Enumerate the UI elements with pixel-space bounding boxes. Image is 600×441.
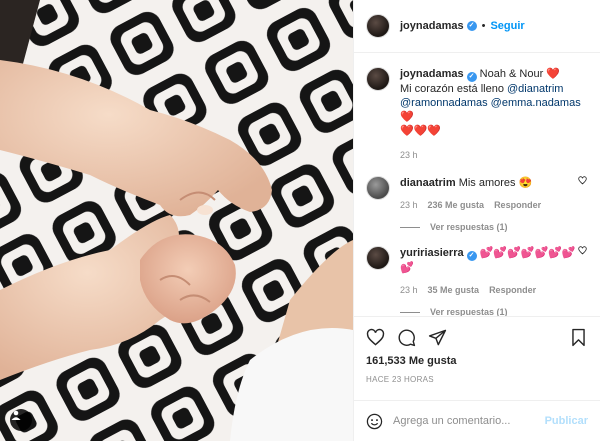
comment-text: Mis amores 😍 (458, 177, 533, 189)
paper-plane-icon[interactable] (428, 328, 447, 347)
comment-item: dianaatrim Mis amores 😍 23 h 236 Me gust… (366, 176, 588, 212)
follow-button[interactable]: Seguir (490, 20, 524, 32)
avatar[interactable] (366, 176, 390, 200)
comment-likes[interactable]: 35 Me gusta (428, 283, 480, 297)
avatar[interactable] (366, 246, 390, 270)
post-actions: 161,533 Me gusta HACE 23 HORAS (354, 316, 600, 400)
avatar[interactable] (366, 14, 390, 38)
post-side-panel: joynadamas ✓ • Seguir joynadamas ✓ Noah &… (353, 0, 600, 441)
heart-emoji: ❤️ (546, 68, 561, 80)
comment-username[interactable]: yuririasierra (400, 247, 464, 259)
avatar[interactable] (366, 67, 390, 91)
heart-emoji: ❤️ (400, 111, 414, 123)
baby-hands-photo (0, 0, 353, 441)
verified-badge-icon: ✓ (466, 72, 477, 82)
view-replies-button[interactable]: Ver respuestas (1) (400, 307, 588, 316)
add-comment-bar: Publicar (354, 400, 600, 441)
heart-icon[interactable] (366, 328, 385, 347)
smiley-icon[interactable] (366, 413, 383, 430)
comment-heart-icon[interactable] (578, 246, 587, 258)
comment-username[interactable]: dianaatrim (400, 177, 456, 189)
comments-list[interactable]: joynadamas ✓ Noah & Nour ❤️ Mi corazón es… (354, 53, 600, 316)
post-header: joynadamas ✓ • Seguir (354, 0, 600, 53)
comment-age[interactable]: 23 h (400, 198, 418, 212)
likes-count[interactable]: 161,533 Me gusta (366, 355, 588, 367)
bookmark-icon[interactable] (569, 328, 588, 347)
comment-icon[interactable] (397, 328, 416, 347)
mention-link[interactable]: @emma.nadamas (491, 97, 581, 109)
replies-divider (400, 311, 420, 313)
user-tag-icon[interactable] (10, 409, 32, 431)
view-replies-label: Ver respuestas (1) (430, 222, 508, 232)
verified-badge-icon: ✓ (466, 251, 477, 261)
author-username[interactable]: joynadamas (400, 20, 464, 32)
caption-title: Noah & Nour (479, 68, 544, 80)
view-replies-label: Ver respuestas (1) (430, 307, 508, 316)
view-replies-button[interactable]: Ver respuestas (1) (400, 222, 588, 232)
reply-button[interactable]: Responder (494, 198, 541, 212)
comment-heart-icon[interactable] (578, 176, 587, 188)
caption-age: 23 h (400, 150, 418, 160)
caption-username[interactable]: joynadamas (400, 68, 464, 80)
comment-likes[interactable]: 236 Me gusta (428, 198, 485, 212)
post-photo[interactable] (0, 0, 353, 441)
verified-badge-icon: ✓ (466, 21, 477, 31)
comment-age[interactable]: 23 h (400, 283, 418, 297)
publish-button[interactable]: Publicar (545, 415, 588, 427)
hearts-row: ❤️❤️❤️ (400, 125, 442, 137)
replies-divider (400, 226, 420, 228)
reply-button[interactable]: Responder (489, 283, 536, 297)
mention-link[interactable]: @dianatrim (507, 83, 563, 95)
comment-item: yuririasierra ✓ 💕💕💕💕💕💕💕💕 23 h 35 Me gusta… (366, 246, 588, 297)
post-timestamp: HACE 23 HORAS (366, 375, 434, 384)
caption: joynadamas ✓ Noah & Nour ❤️ Mi corazón es… (366, 67, 588, 162)
instagram-post: joynadamas ✓ • Seguir joynadamas ✓ Noah &… (0, 0, 600, 441)
comment-input[interactable] (393, 415, 545, 427)
mention-link[interactable]: @ramonnadamas (400, 97, 488, 109)
separator-dot: • (481, 20, 486, 32)
caption-text: Mi corazón está lleno (400, 83, 504, 95)
